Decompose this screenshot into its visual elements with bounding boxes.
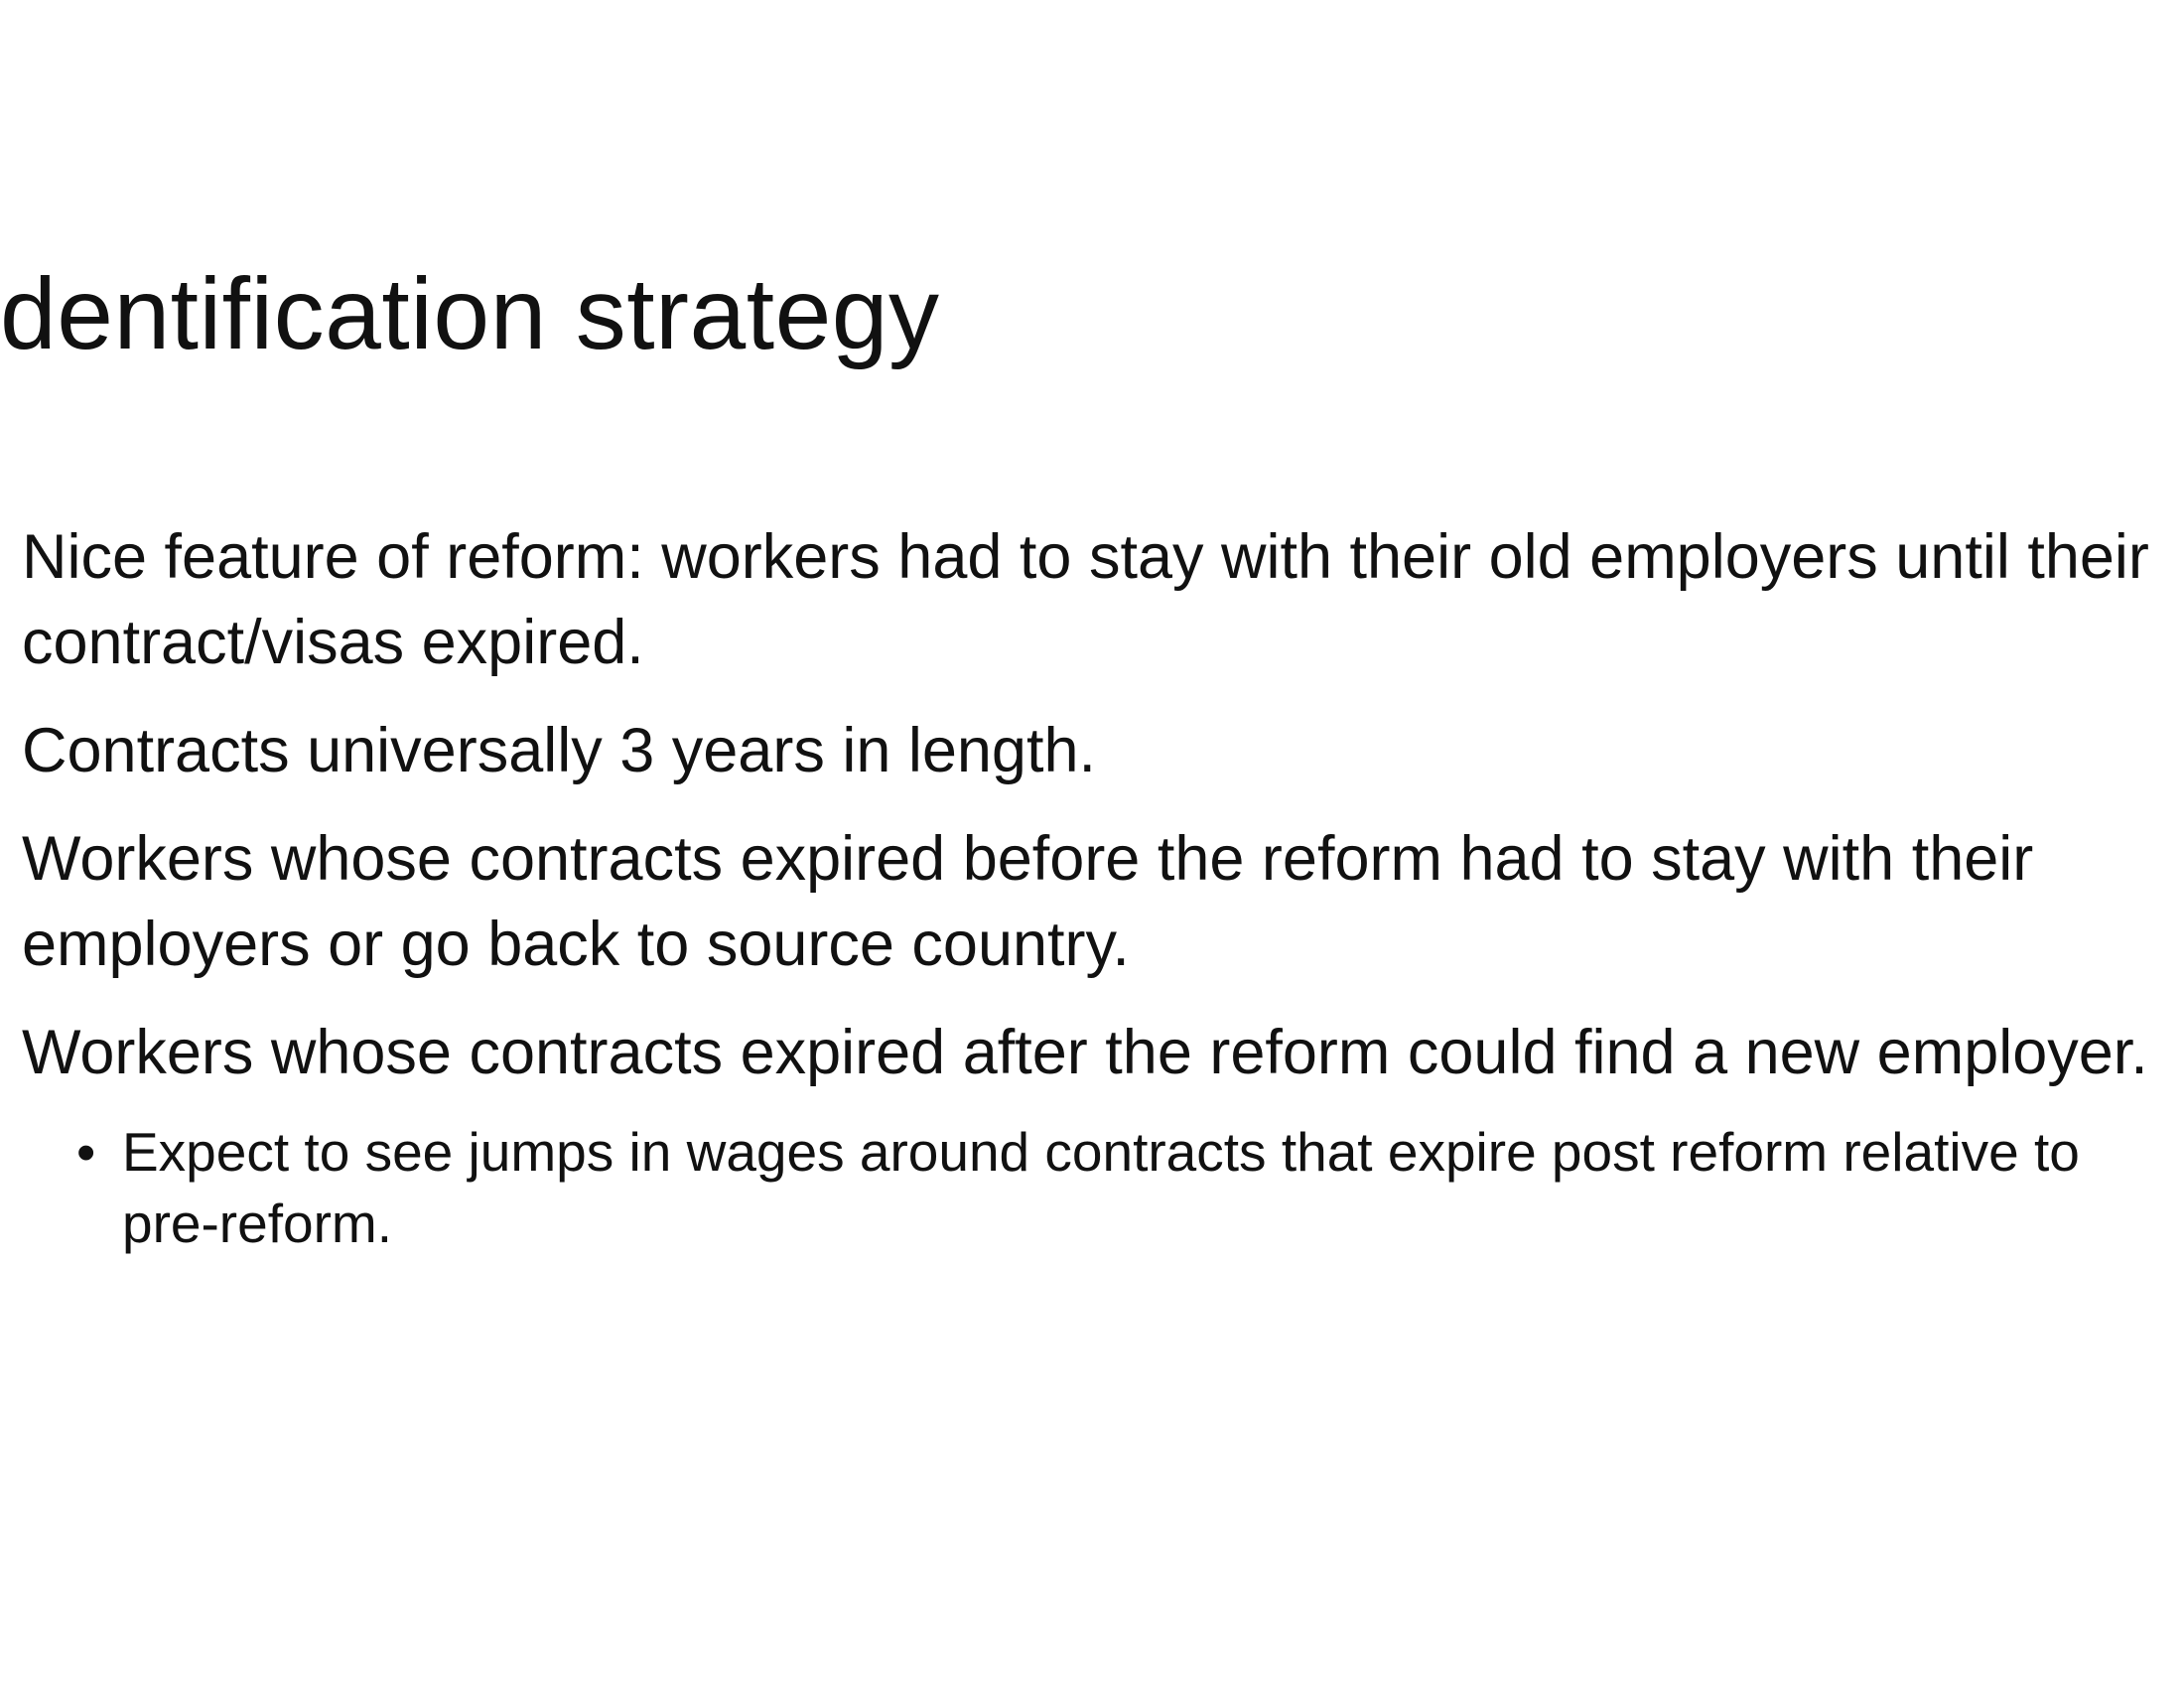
bullet-dot-icon: •: [76, 1121, 96, 1183]
body-paragraph: Contracts universally 3 years in length.: [22, 716, 1097, 785]
slide-title: dentification strategy: [0, 257, 940, 370]
sub-bullet-item: • Expect to see jumps in wages around co…: [22, 1116, 2176, 1259]
body-paragraph: Workers whose contracts expired after th…: [22, 1018, 2148, 1087]
slide-body: Nice feature of reform: workers had to s…: [22, 514, 2176, 1259]
sub-bullet-text: Expect to see jumps in wages around cont…: [122, 1121, 2080, 1254]
slide: dentification strategy Nice feature of r…: [0, 0, 2184, 1688]
sub-bullet-list: • Expect to see jumps in wages around co…: [22, 1116, 2176, 1259]
body-paragraph: Nice feature of reform: workers had to s…: [22, 522, 2149, 677]
body-paragraph: Workers whose contracts expired before t…: [22, 824, 2034, 979]
